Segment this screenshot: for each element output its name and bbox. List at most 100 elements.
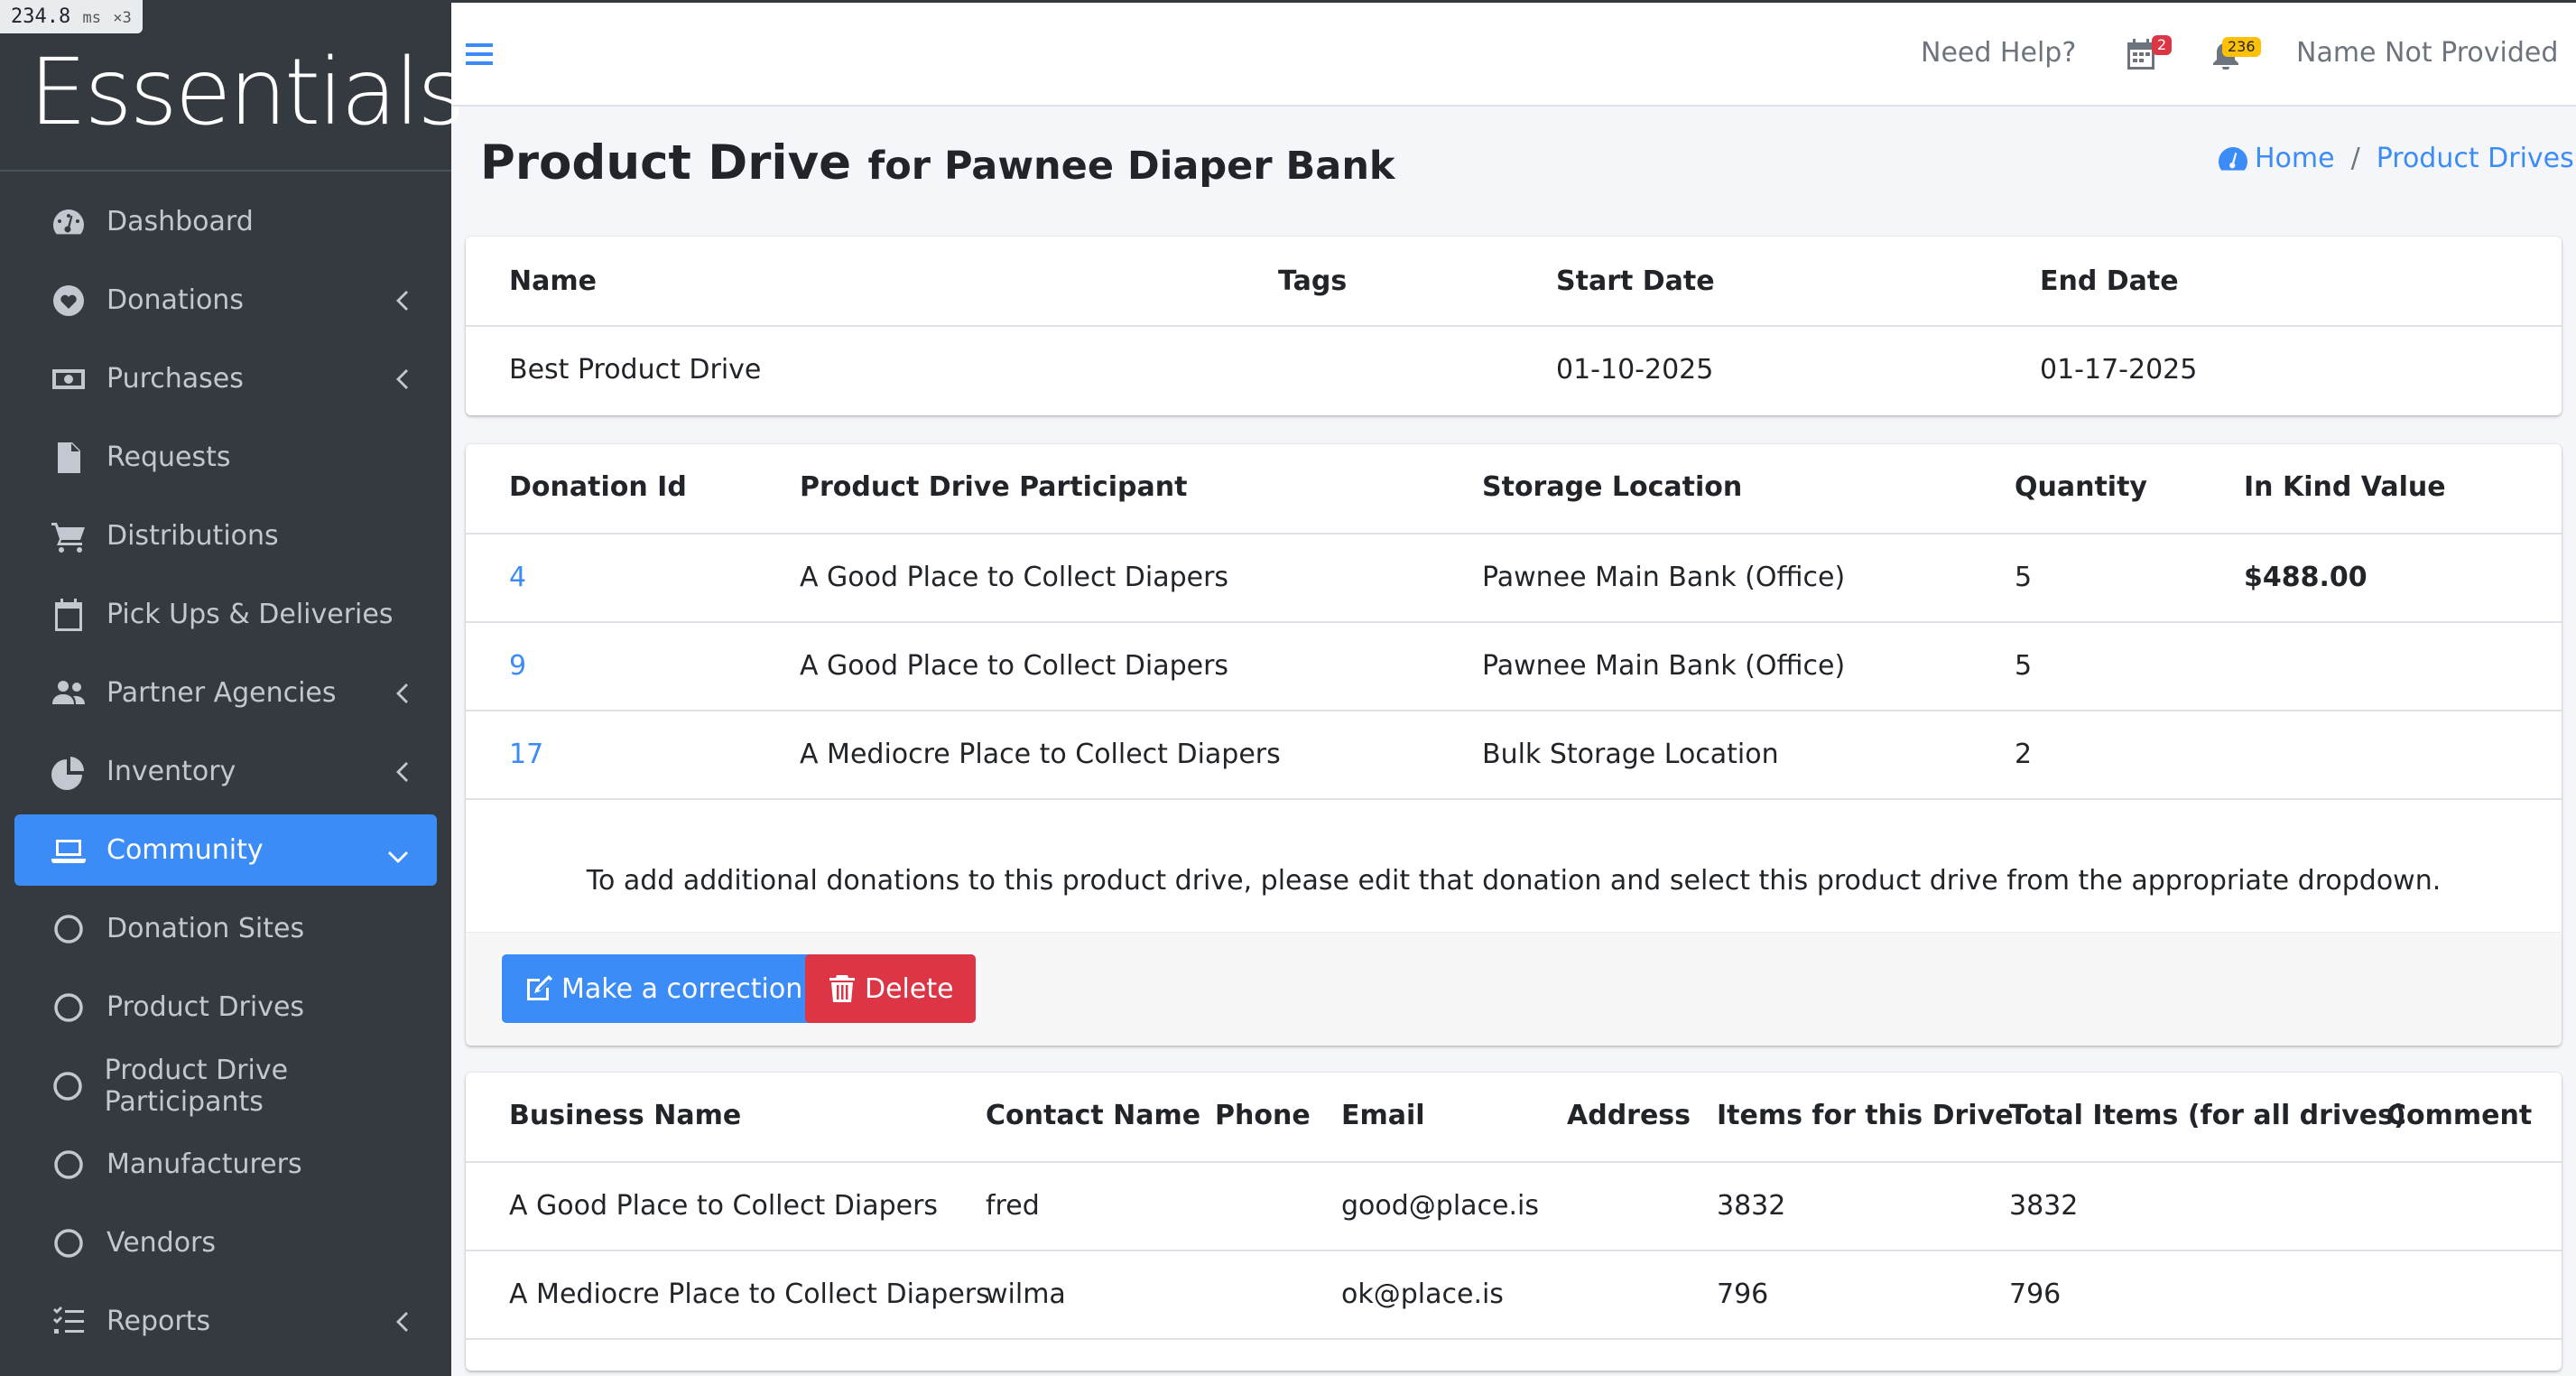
- col-comment: Comment: [2386, 1100, 2533, 1131]
- donation-id-link[interactable]: 17: [509, 739, 543, 770]
- col-email: Email: [1341, 1100, 1425, 1131]
- col-address: Address: [1567, 1100, 1691, 1131]
- col-tags: Tags: [1278, 265, 1348, 297]
- table-row: 17 A Mediocre Place to Collect Diapers B…: [466, 711, 2562, 800]
- participant-business: A Mediocre Place to Collect Diapers: [509, 1278, 990, 1310]
- drive-row: Best Product Drive 01-10-2025 01-17-2025: [466, 327, 2562, 415]
- sidebar-item-label: Pick Ups & Deliveries: [107, 599, 394, 630]
- sidebar-item-label: Manufacturers: [107, 1148, 302, 1180]
- need-help-link[interactable]: Need Help?: [1921, 37, 2076, 69]
- drive-start-date: 01-10-2025: [1556, 354, 1714, 386]
- sidebar-item-purchases[interactable]: Purchases: [14, 343, 437, 414]
- participant-business: A Good Place to Collect Diapers: [509, 1190, 939, 1222]
- col-quantity: Quantity: [2015, 471, 2147, 503]
- col-storage-location: Storage Location: [1482, 471, 1743, 503]
- participant-email: ok@place.is: [1341, 1278, 1504, 1310]
- col-business-name: Business Name: [509, 1100, 742, 1131]
- notifications-badge: 236: [2222, 37, 2261, 57]
- breadcrumb: Home / Product Drives: [2217, 143, 2574, 174]
- calendar-icon: [49, 595, 88, 635]
- sidebar: 234.8 ms ×3 Essentials Dashboard Donatio…: [0, 0, 465, 1376]
- performance-readout: 234.8 ms ×3: [0, 0, 143, 33]
- sidebar-item-product-drives[interactable]: Product Drives: [14, 972, 437, 1043]
- trash-icon: [829, 975, 855, 1002]
- user-menu[interactable]: Name Not Provided: [2296, 37, 2558, 69]
- donation-id-link[interactable]: 9: [509, 650, 526, 682]
- donation-participant: A Good Place to Collect Diapers: [800, 562, 1229, 593]
- circle-icon: [49, 1066, 87, 1106]
- donation-location: Bulk Storage Location: [1482, 739, 1779, 770]
- sidebar-item-product-drive-participants[interactable]: Product Drive Participants: [14, 1050, 437, 1121]
- chevron-left-icon: [394, 1309, 410, 1333]
- col-participant: Product Drive Participant: [800, 471, 1188, 503]
- participants-header-row: Business Name Contact Name Phone Email A…: [466, 1073, 2562, 1163]
- sidebar-item-manufacturers[interactable]: Manufacturers: [14, 1129, 437, 1200]
- breadcrumb-current[interactable]: Product Drives: [2377, 143, 2574, 174]
- page-title-main: Product Drive: [480, 135, 852, 191]
- sidebar-item-label: Distributions: [107, 520, 279, 552]
- participants-card: Business Name Contact Name Phone Email A…: [466, 1073, 2562, 1371]
- donation-quantity: 5: [2015, 562, 2033, 593]
- chevron-down-icon: [386, 841, 410, 863]
- sidebar-item-label: Vendors: [107, 1227, 217, 1259]
- laptop-icon: [49, 831, 88, 870]
- chevron-left-icon: [394, 681, 410, 704]
- calendar-badge: 2: [2152, 35, 2173, 55]
- col-items-this-drive: Items for this Drive: [1717, 1100, 2014, 1131]
- chevron-left-icon: [394, 367, 410, 390]
- sidebar-item-label: Donation Sites: [107, 913, 305, 944]
- gauge-icon: [2219, 146, 2247, 171]
- heart-icon: [49, 281, 88, 321]
- edit-icon: [527, 975, 552, 1000]
- delete-button[interactable]: Delete: [805, 954, 976, 1023]
- breadcrumb-home[interactable]: Home: [2255, 143, 2335, 174]
- make-correction-button[interactable]: Make a correction: [502, 954, 825, 1023]
- circle-icon: [49, 988, 88, 1027]
- sidebar-item-reports[interactable]: Reports: [14, 1286, 437, 1357]
- sidebar-item-partner-agencies[interactable]: Partner Agencies: [14, 657, 437, 729]
- table-row: A Good Place to Collect Diapers fred goo…: [466, 1163, 2562, 1251]
- page-title: Product Drive for Pawnee Diaper Bank: [480, 135, 1395, 191]
- donation-location: Pawnee Main Bank (Office): [1482, 562, 1846, 593]
- col-donation-id: Donation Id: [509, 471, 687, 503]
- participant-email: good@place.is: [1341, 1190, 1540, 1222]
- donation-in-kind-value: $488.00: [2244, 562, 2368, 593]
- sidebar-item-label: Community: [107, 834, 264, 866]
- donation-location: Pawnee Main Bank (Office): [1482, 650, 1846, 682]
- cart-icon: [49, 516, 88, 556]
- sidebar-item-inventory[interactable]: Inventory: [14, 736, 437, 807]
- gauge-icon: [49, 202, 88, 242]
- sidebar-item-requests[interactable]: Requests: [14, 422, 437, 493]
- participant-items: 796: [1717, 1278, 1769, 1310]
- circle-icon: [49, 1223, 88, 1263]
- money-bill-icon: [49, 359, 88, 399]
- hamburger-menu-icon[interactable]: [466, 42, 493, 66]
- chevron-left-icon: [394, 288, 410, 311]
- sidebar-item-label: Product Drive Participants: [104, 1054, 289, 1118]
- breadcrumb-separator: /: [2350, 143, 2360, 174]
- sidebar-item-vendors[interactable]: Vendors: [14, 1207, 437, 1278]
- sidebar-item-label: Dashboard: [107, 206, 254, 237]
- participant-items: 3832: [1717, 1190, 1786, 1222]
- sidebar-item-donation-sites[interactable]: Donation Sites: [14, 893, 437, 964]
- sidebar-item-label: Requests: [107, 442, 231, 473]
- donation-id-link[interactable]: 4: [509, 562, 526, 593]
- sidebar-item-pickups[interactable]: Pick Ups & Deliveries: [14, 579, 437, 650]
- table-row: 9 A Good Place to Collect Diapers Pawnee…: [466, 623, 2562, 711]
- donation-participant: A Mediocre Place to Collect Diapers: [800, 739, 1281, 770]
- sidebar-item-donations[interactable]: Donations: [14, 265, 437, 336]
- participant-total: 796: [2009, 1278, 2062, 1310]
- drive-info-card: Name Tags Start Date End Date Best Produ…: [466, 237, 2562, 415]
- sidebar-item-community[interactable]: Community: [14, 814, 437, 886]
- col-contact-name: Contact Name: [986, 1100, 1201, 1131]
- sidebar-item-dashboard[interactable]: Dashboard: [14, 186, 437, 257]
- page-subtitle: for Pawnee Diaper Bank: [867, 144, 1395, 189]
- make-correction-label: Make a correction: [561, 972, 803, 1005]
- col-phone: Phone: [1215, 1100, 1311, 1131]
- sidebar-item-label: Reports: [107, 1306, 211, 1337]
- donation-quantity: 2: [2015, 739, 2033, 770]
- donation-participant: A Good Place to Collect Diapers: [800, 650, 1229, 682]
- chevron-left-icon: [394, 759, 410, 783]
- col-total-items: Total Items (for all drives): [2009, 1100, 2406, 1131]
- sidebar-item-distributions[interactable]: Distributions: [14, 500, 437, 572]
